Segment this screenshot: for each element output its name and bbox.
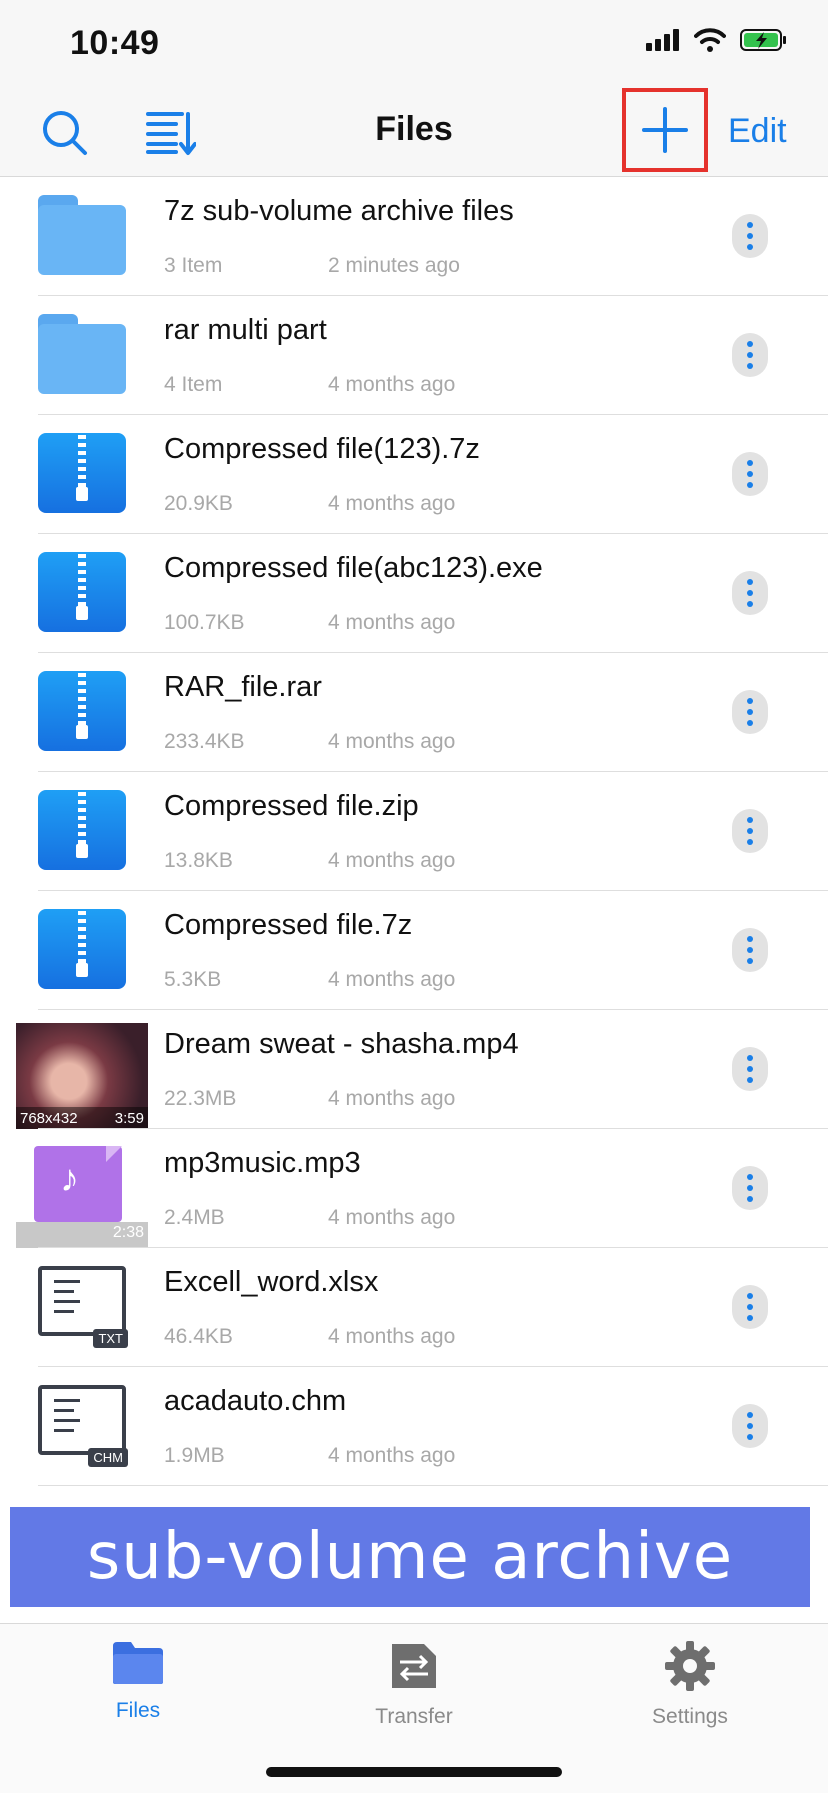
caption-banner: sub-volume archive — [10, 1507, 810, 1607]
file-date: 4 months ago — [328, 611, 456, 634]
status-time: 10:49 — [70, 24, 160, 62]
file-name: acadauto.chm — [164, 1385, 347, 1417]
folder-tab-icon — [113, 1642, 163, 1684]
more-options-button[interactable] — [732, 1166, 768, 1210]
archive-icon — [38, 552, 126, 632]
folder-icon — [38, 314, 126, 394]
file-name: Compressed file.7z — [164, 909, 413, 941]
music-file-icon: ♪ 2:38 — [16, 1142, 148, 1248]
file-date: 4 months ago — [328, 968, 456, 991]
file-date: 2 minutes ago — [328, 254, 460, 277]
file-date: 4 months ago — [328, 849, 456, 872]
more-options-button[interactable] — [732, 690, 768, 734]
edit-button[interactable]: Edit — [728, 112, 787, 151]
file-row[interactable]: CHM acadauto.chm 1.9MB 4 months ago — [0, 1367, 828, 1486]
file-name: rar multi part — [164, 314, 327, 346]
status-icons — [646, 28, 788, 52]
file-name: RAR_file.rar — [164, 671, 322, 703]
video-thumbnail: 768x432 3:59 — [16, 1023, 148, 1129]
file-size: 100.7KB — [164, 611, 245, 634]
document-icon: CHM — [38, 1385, 128, 1467]
more-options-button[interactable] — [732, 1404, 768, 1448]
file-date: 4 months ago — [328, 1206, 456, 1229]
file-name: Compressed file(123).7z — [164, 433, 480, 465]
file-row[interactable]: Compressed file.7z 5.3KB 4 months ago — [0, 891, 828, 1010]
wifi-icon — [694, 28, 726, 52]
more-options-button[interactable] — [732, 1285, 768, 1329]
tab-settings[interactable]: Settings — [620, 1640, 760, 1729]
file-size: 4 Item — [164, 373, 223, 396]
more-options-button[interactable] — [732, 214, 768, 258]
video-resolution: 768x432 — [20, 1109, 78, 1127]
file-row[interactable]: Compressed file(abc123).exe 100.7KB 4 mo… — [0, 534, 828, 653]
add-button[interactable] — [622, 88, 708, 172]
file-row[interactable]: 768x432 3:59 Dream sweat - shasha.mp4 22… — [0, 1010, 828, 1129]
file-size: 13.8KB — [164, 849, 233, 872]
file-name: mp3music.mp3 — [164, 1147, 361, 1179]
home-indicator[interactable] — [266, 1767, 562, 1777]
file-row[interactable]: rar multi part 4 Item 4 months ago — [0, 296, 828, 415]
more-options-button[interactable] — [732, 333, 768, 377]
file-size: 5.3KB — [164, 968, 222, 991]
archive-icon — [38, 433, 126, 513]
file-row[interactable]: ♪ 2:38 mp3music.mp3 2.4MB 4 months ago — [0, 1129, 828, 1248]
file-size: 2.4MB — [164, 1206, 225, 1229]
tab-transfer[interactable]: Transfer — [344, 1640, 484, 1729]
file-type-tag: CHM — [88, 1448, 128, 1467]
file-size: 1.9MB — [164, 1444, 225, 1467]
gear-icon — [665, 1641, 715, 1691]
video-duration: 3:59 — [114, 1109, 144, 1127]
file-size: 22.3MB — [164, 1087, 237, 1110]
file-size: 3 Item — [164, 254, 223, 277]
file-date: 4 months ago — [328, 730, 456, 753]
file-size: 46.4KB — [164, 1325, 233, 1348]
tab-label: Transfer — [375, 1705, 453, 1728]
file-name: Excell_word.xlsx — [164, 1266, 379, 1298]
tab-label: Settings — [652, 1705, 728, 1728]
tab-files[interactable]: Files — [68, 1640, 208, 1723]
archive-icon — [38, 790, 126, 870]
file-date: 4 months ago — [328, 1325, 456, 1348]
file-name: Compressed file.zip — [164, 790, 419, 822]
file-row[interactable]: Compressed file.zip 13.8KB 4 months ago — [0, 772, 828, 891]
file-row[interactable]: Compressed file(123).7z 20.9KB 4 months … — [0, 415, 828, 534]
battery-charging-icon — [740, 29, 786, 51]
more-options-button[interactable] — [732, 928, 768, 972]
music-note-icon: ♪ — [60, 1158, 79, 1200]
plus-icon — [642, 107, 688, 153]
file-row[interactable]: TXT Excell_word.xlsx 46.4KB 4 months ago — [0, 1248, 828, 1367]
archive-icon — [38, 671, 126, 751]
more-options-button[interactable] — [732, 452, 768, 496]
file-date: 4 months ago — [328, 373, 456, 396]
tab-label: Files — [115, 1699, 161, 1722]
file-size: 20.9KB — [164, 492, 233, 515]
file-type-tag: TXT — [93, 1329, 128, 1348]
folder-icon — [38, 195, 126, 275]
file-date: 4 months ago — [328, 492, 456, 515]
more-options-button[interactable] — [732, 1047, 768, 1091]
file-date: 4 months ago — [328, 1444, 456, 1467]
file-list: 7z sub-volume archive files 3 Item 2 min… — [0, 177, 828, 1486]
status-bar: 10:49 — [0, 0, 828, 88]
file-name: Compressed file(abc123).exe — [164, 552, 543, 584]
file-row[interactable]: 7z sub-volume archive files 3 Item 2 min… — [0, 177, 828, 296]
more-options-button[interactable] — [732, 571, 768, 615]
archive-icon — [38, 909, 126, 989]
file-date: 4 months ago — [328, 1087, 456, 1110]
file-name: Dream sweat - shasha.mp4 — [164, 1028, 519, 1060]
cellular-signal-icon — [646, 29, 679, 51]
document-icon: TXT — [38, 1266, 128, 1348]
transfer-icon — [392, 1644, 436, 1688]
audio-duration: 2:38 — [112, 1224, 144, 1241]
more-options-button[interactable] — [732, 809, 768, 853]
navigation-bar: Files Edit — [0, 88, 828, 177]
file-name: 7z sub-volume archive files — [164, 195, 514, 227]
file-row[interactable]: RAR_file.rar 233.4KB 4 months ago — [0, 653, 828, 772]
file-size: 233.4KB — [164, 730, 245, 753]
